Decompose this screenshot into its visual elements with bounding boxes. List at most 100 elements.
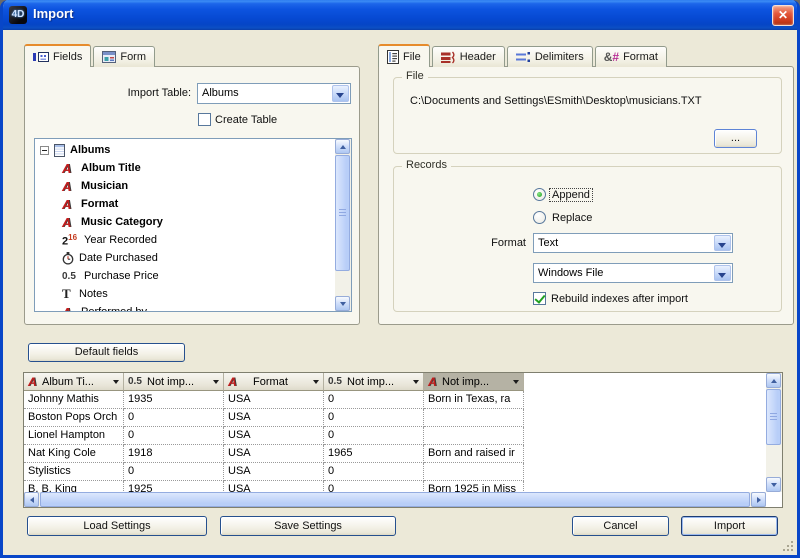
scroll-thumb[interactable] — [766, 389, 781, 445]
file-format-select[interactable]: Windows File — [533, 263, 733, 283]
column-header-label: Album Ti... — [42, 376, 94, 388]
preview-vscrollbar[interactable] — [766, 373, 782, 492]
chevron-down-icon[interactable] — [714, 235, 731, 251]
table-row: Lionel Hampton 0 USA 0 — [24, 427, 524, 445]
tree-item-label: Format — [81, 198, 118, 210]
cell — [424, 409, 524, 427]
rebuild-indexes-checkbox[interactable] — [533, 292, 546, 305]
tree-item-label: Music Category — [81, 216, 163, 228]
table-row: B. B. King 1925 USA 0 Born 1925 in Miss — [24, 481, 524, 492]
save-settings-button[interactable]: Save Settings — [220, 516, 396, 536]
right-tabstrip: File Header Delimiters &# Format — [378, 44, 669, 67]
cell: Born and raised ir — [424, 445, 524, 463]
tree-item-field[interactable]: A Musician — [35, 177, 334, 195]
tree-item-field[interactable]: A Performed by — [35, 303, 334, 311]
integer-field-icon: 216 — [62, 233, 79, 248]
cell: 0 — [124, 409, 224, 427]
tree-item-field[interactable]: 0.5 Purchase Price — [35, 267, 334, 285]
tab-format[interactable]: &# Format — [595, 46, 667, 67]
cell: USA — [224, 409, 324, 427]
append-label: Append — [550, 189, 592, 201]
cell: 1965 — [324, 445, 424, 463]
scroll-thumb[interactable] — [335, 155, 350, 271]
records-group: Records Append Replace Format Text Windo… — [393, 166, 782, 312]
cell: Nat King Cole — [24, 445, 124, 463]
create-table-checkbox[interactable] — [198, 113, 211, 126]
scroll-up-icon[interactable] — [766, 373, 781, 388]
column-menu-arrow-icon — [213, 380, 219, 384]
file-icon — [387, 50, 399, 64]
record-format-value: Text — [538, 234, 712, 253]
tree-item-label: Notes — [79, 288, 108, 300]
import-button[interactable]: Import — [681, 516, 778, 536]
cell: Boston Pops Orch — [24, 409, 124, 427]
tree-item-label: Performed by — [81, 306, 147, 311]
cell: 0 — [324, 427, 424, 445]
replace-label: Replace — [552, 212, 592, 224]
scroll-right-icon[interactable] — [751, 492, 766, 507]
tree-item-field[interactable]: A Music Category — [35, 213, 334, 231]
table-icon — [54, 144, 65, 157]
import-table-value: Albums — [202, 84, 330, 103]
tree-item-table[interactable]: Albums — [35, 141, 334, 159]
tab-header[interactable]: Header — [432, 46, 505, 67]
fields-icon — [33, 51, 49, 63]
tree-item-field[interactable]: A Album Title — [35, 159, 334, 177]
alpha-field-icon: A — [62, 180, 76, 193]
import-table-select[interactable]: Albums — [197, 83, 351, 104]
scroll-thumb[interactable] — [40, 492, 750, 507]
preview-rows: Johnny Mathis 1935 USA 0 Born in Texas, … — [24, 391, 766, 492]
tree-scrollbar[interactable] — [335, 139, 351, 311]
cell: 0 — [324, 481, 424, 492]
cancel-button[interactable]: Cancel — [572, 516, 669, 536]
column-header-1[interactable]: A Album Ti... — [24, 373, 124, 391]
column-header-3[interactable]: A Format — [224, 373, 324, 391]
cell: USA — [224, 391, 324, 409]
default-fields-button[interactable]: Default fields — [28, 343, 185, 362]
chevron-down-icon[interactable] — [332, 85, 349, 102]
tab-label: Form — [120, 51, 146, 63]
append-radio[interactable] — [533, 188, 546, 201]
column-header-2[interactable]: 0.5 Not imp... — [124, 373, 224, 391]
resize-grip[interactable] — [781, 539, 794, 552]
record-format-select[interactable]: Text — [533, 233, 733, 253]
tab-delimiters[interactable]: Delimiters — [507, 46, 593, 67]
cell: 1925 — [124, 481, 224, 492]
import-dialog: 4D Import ✕ Fields Form Import Table: Al… — [0, 0, 800, 558]
close-button[interactable]: ✕ — [772, 5, 794, 26]
collapse-expander-icon[interactable] — [40, 146, 49, 155]
cell: USA — [224, 445, 324, 463]
alpha-field-icon: A — [28, 376, 39, 388]
chevron-down-icon[interactable] — [714, 265, 731, 281]
cell — [424, 463, 524, 481]
import-table-label: Import Table: — [25, 87, 191, 99]
preview-hscrollbar[interactable] — [24, 492, 766, 507]
tree-item-field[interactable]: Date Purchased — [35, 249, 334, 267]
scroll-left-icon[interactable] — [24, 492, 39, 507]
load-settings-button[interactable]: Load Settings — [27, 516, 207, 536]
fields-tree: Albums A Album Title A Musician A Format… — [34, 138, 352, 312]
tree-item-field[interactable]: A Format — [35, 195, 334, 213]
cell: Born 1925 in Miss — [424, 481, 524, 492]
tree-item-field[interactable]: 216 Year Recorded — [35, 231, 334, 249]
tree-item-label: Album Title — [81, 162, 141, 174]
tab-form[interactable]: Form — [93, 46, 155, 67]
column-header-4[interactable]: 0.5 Not imp... — [324, 373, 424, 391]
replace-radio[interactable] — [533, 211, 546, 224]
column-header-5[interactable]: A Not imp... — [424, 373, 524, 391]
tab-file[interactable]: File — [378, 44, 430, 67]
browse-button[interactable]: ... — [714, 129, 757, 148]
tab-label: Delimiters — [535, 51, 584, 63]
alpha-field-icon: A — [62, 216, 76, 229]
cell: 1918 — [124, 445, 224, 463]
tab-fields[interactable]: Fields — [24, 44, 91, 67]
cell: USA — [224, 463, 324, 481]
date-field-icon — [62, 252, 74, 265]
cell: 0 — [124, 463, 224, 481]
create-table-label: Create Table — [215, 114, 277, 126]
title-bar[interactable]: 4D Import ✕ — [0, 0, 800, 30]
scroll-down-icon[interactable] — [766, 477, 781, 492]
scroll-down-icon[interactable] — [335, 296, 350, 311]
scroll-up-icon[interactable] — [335, 139, 350, 154]
tree-item-field[interactable]: T Notes — [35, 285, 334, 303]
